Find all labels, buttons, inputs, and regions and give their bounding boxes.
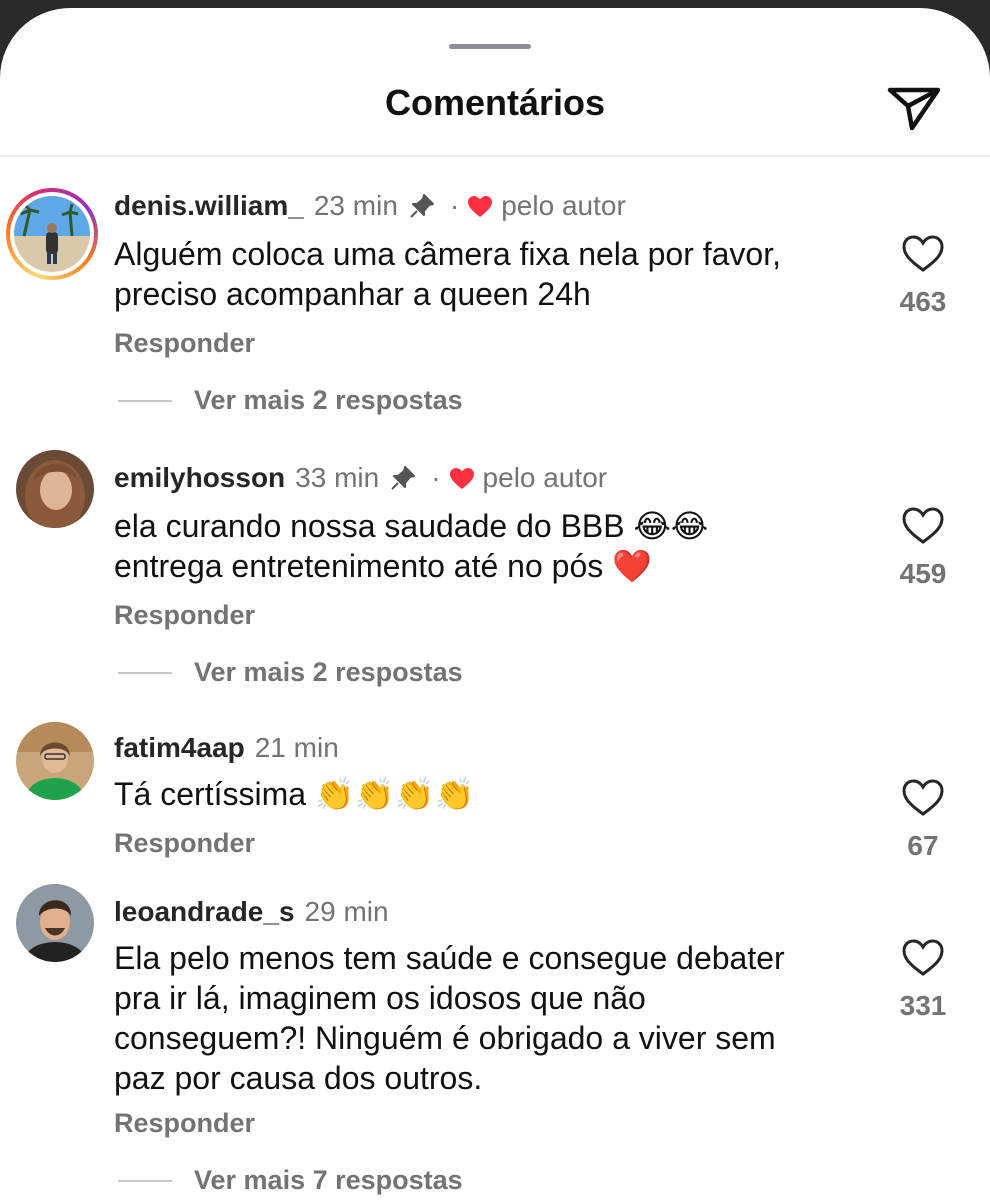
comment-time: 23 min	[313, 190, 398, 221]
comment-text-line: paz por causa dos outros.	[114, 1060, 483, 1096]
separator-dot: ·	[431, 462, 441, 493]
like-count: 463	[899, 286, 947, 317]
comment-meta: denis.william_ 23 min · pelo autor	[114, 190, 626, 222]
reply-button[interactable]: Responder	[114, 828, 255, 859]
comment-text-line: Alguém coloca uma câmera fixa nela por f…	[114, 236, 781, 272]
comment-time: 33 min	[295, 462, 380, 493]
avatar[interactable]	[16, 722, 94, 800]
comment-username[interactable]: fatim4aap	[114, 732, 245, 764]
reply-button[interactable]: Responder	[114, 600, 255, 631]
comment-meta: emilyhosson 33 min · pelo autor	[114, 462, 607, 494]
pin-icon	[389, 464, 417, 492]
drag-handle[interactable]	[449, 44, 531, 49]
liked-by-author-label: pelo autor	[482, 462, 608, 493]
view-more-replies-button[interactable]: Ver mais 2 respostas	[118, 657, 463, 688]
comment-username[interactable]: leoandrade_s	[114, 896, 295, 928]
liked-by-author-label: pelo autor	[501, 190, 626, 221]
heart-icon	[467, 194, 493, 218]
like-button[interactable]: 331	[880, 938, 966, 1022]
heart-outline-icon	[902, 235, 944, 272]
like-count: 459	[899, 558, 947, 589]
comment-text-line: Ela pelo menos tem saúde e consegue deba…	[114, 940, 785, 976]
comment-text: Ela pelo menos tem saúde e consegue deba…	[114, 938, 874, 1098]
heart-outline-icon	[902, 939, 944, 976]
page-title: Comentários	[384, 82, 606, 123]
comment-text-line: preciso acompanhar a queen 24h	[114, 276, 591, 312]
comment-text-line: Tá certíssima 👏👏👏👏	[114, 776, 475, 812]
view-more-replies-button[interactable]: Ver mais 2 respostas	[118, 385, 463, 416]
comment-time: 21 min	[254, 732, 339, 763]
comments-sheet: Comentários denis.william_ 23 min · pelo…	[0, 8, 990, 1200]
comment-text-line: ela curando nossa saudade do BBB 😂😂	[114, 508, 709, 544]
comment-text-line: pra ir lá, imaginem os idosos que não	[114, 980, 646, 1016]
avatar[interactable]	[16, 884, 94, 962]
reply-button[interactable]: Responder	[114, 328, 255, 359]
replies-divider	[118, 1179, 172, 1182]
avatar[interactable]	[16, 450, 94, 528]
view-more-replies-label: Ver mais 2 respostas	[194, 385, 463, 415]
comment-meta: leoandrade_s 29 min	[114, 896, 389, 928]
reply-button[interactable]: Responder	[114, 1108, 255, 1139]
heart-icon	[449, 466, 475, 490]
like-count: 331	[899, 990, 947, 1021]
like-button[interactable]: 67	[880, 778, 966, 862]
comment-username[interactable]: denis.william_	[114, 190, 304, 222]
like-count: 67	[907, 830, 939, 861]
avatar-photo	[14, 196, 90, 272]
heart-outline-icon	[902, 779, 944, 816]
comment-username[interactable]: emilyhosson	[114, 462, 285, 494]
comment-text: ela curando nossa saudade do BBB 😂😂 entr…	[114, 506, 874, 586]
like-button[interactable]: 459	[880, 506, 966, 590]
comment-meta: fatim4aap 21 min	[114, 732, 339, 764]
pin-icon	[408, 192, 436, 220]
comment-text: Tá certíssima 👏👏👏👏	[114, 774, 874, 814]
heart-outline-icon	[902, 507, 944, 544]
comment-text-line: entrega entretenimento até no pós ❤️	[114, 548, 652, 584]
view-more-replies-button[interactable]: Ver mais 7 respostas	[118, 1165, 463, 1196]
view-more-replies-label: Ver mais 7 respostas	[194, 1165, 463, 1195]
comment-time: 29 min	[304, 896, 389, 927]
avatar[interactable]	[6, 188, 98, 280]
comment-text: Alguém coloca uma câmera fixa nela por f…	[114, 234, 874, 314]
replies-divider	[118, 671, 172, 674]
header-divider	[0, 155, 990, 157]
view-more-replies-label: Ver mais 2 respostas	[194, 657, 463, 687]
paper-plane-icon[interactable]	[884, 80, 944, 136]
separator-dot: ·	[449, 190, 460, 221]
replies-divider	[118, 399, 172, 402]
comment-text-line: conseguem?! Ninguém é obrigado a viver s…	[114, 1020, 776, 1056]
like-button[interactable]: 463	[880, 234, 966, 318]
